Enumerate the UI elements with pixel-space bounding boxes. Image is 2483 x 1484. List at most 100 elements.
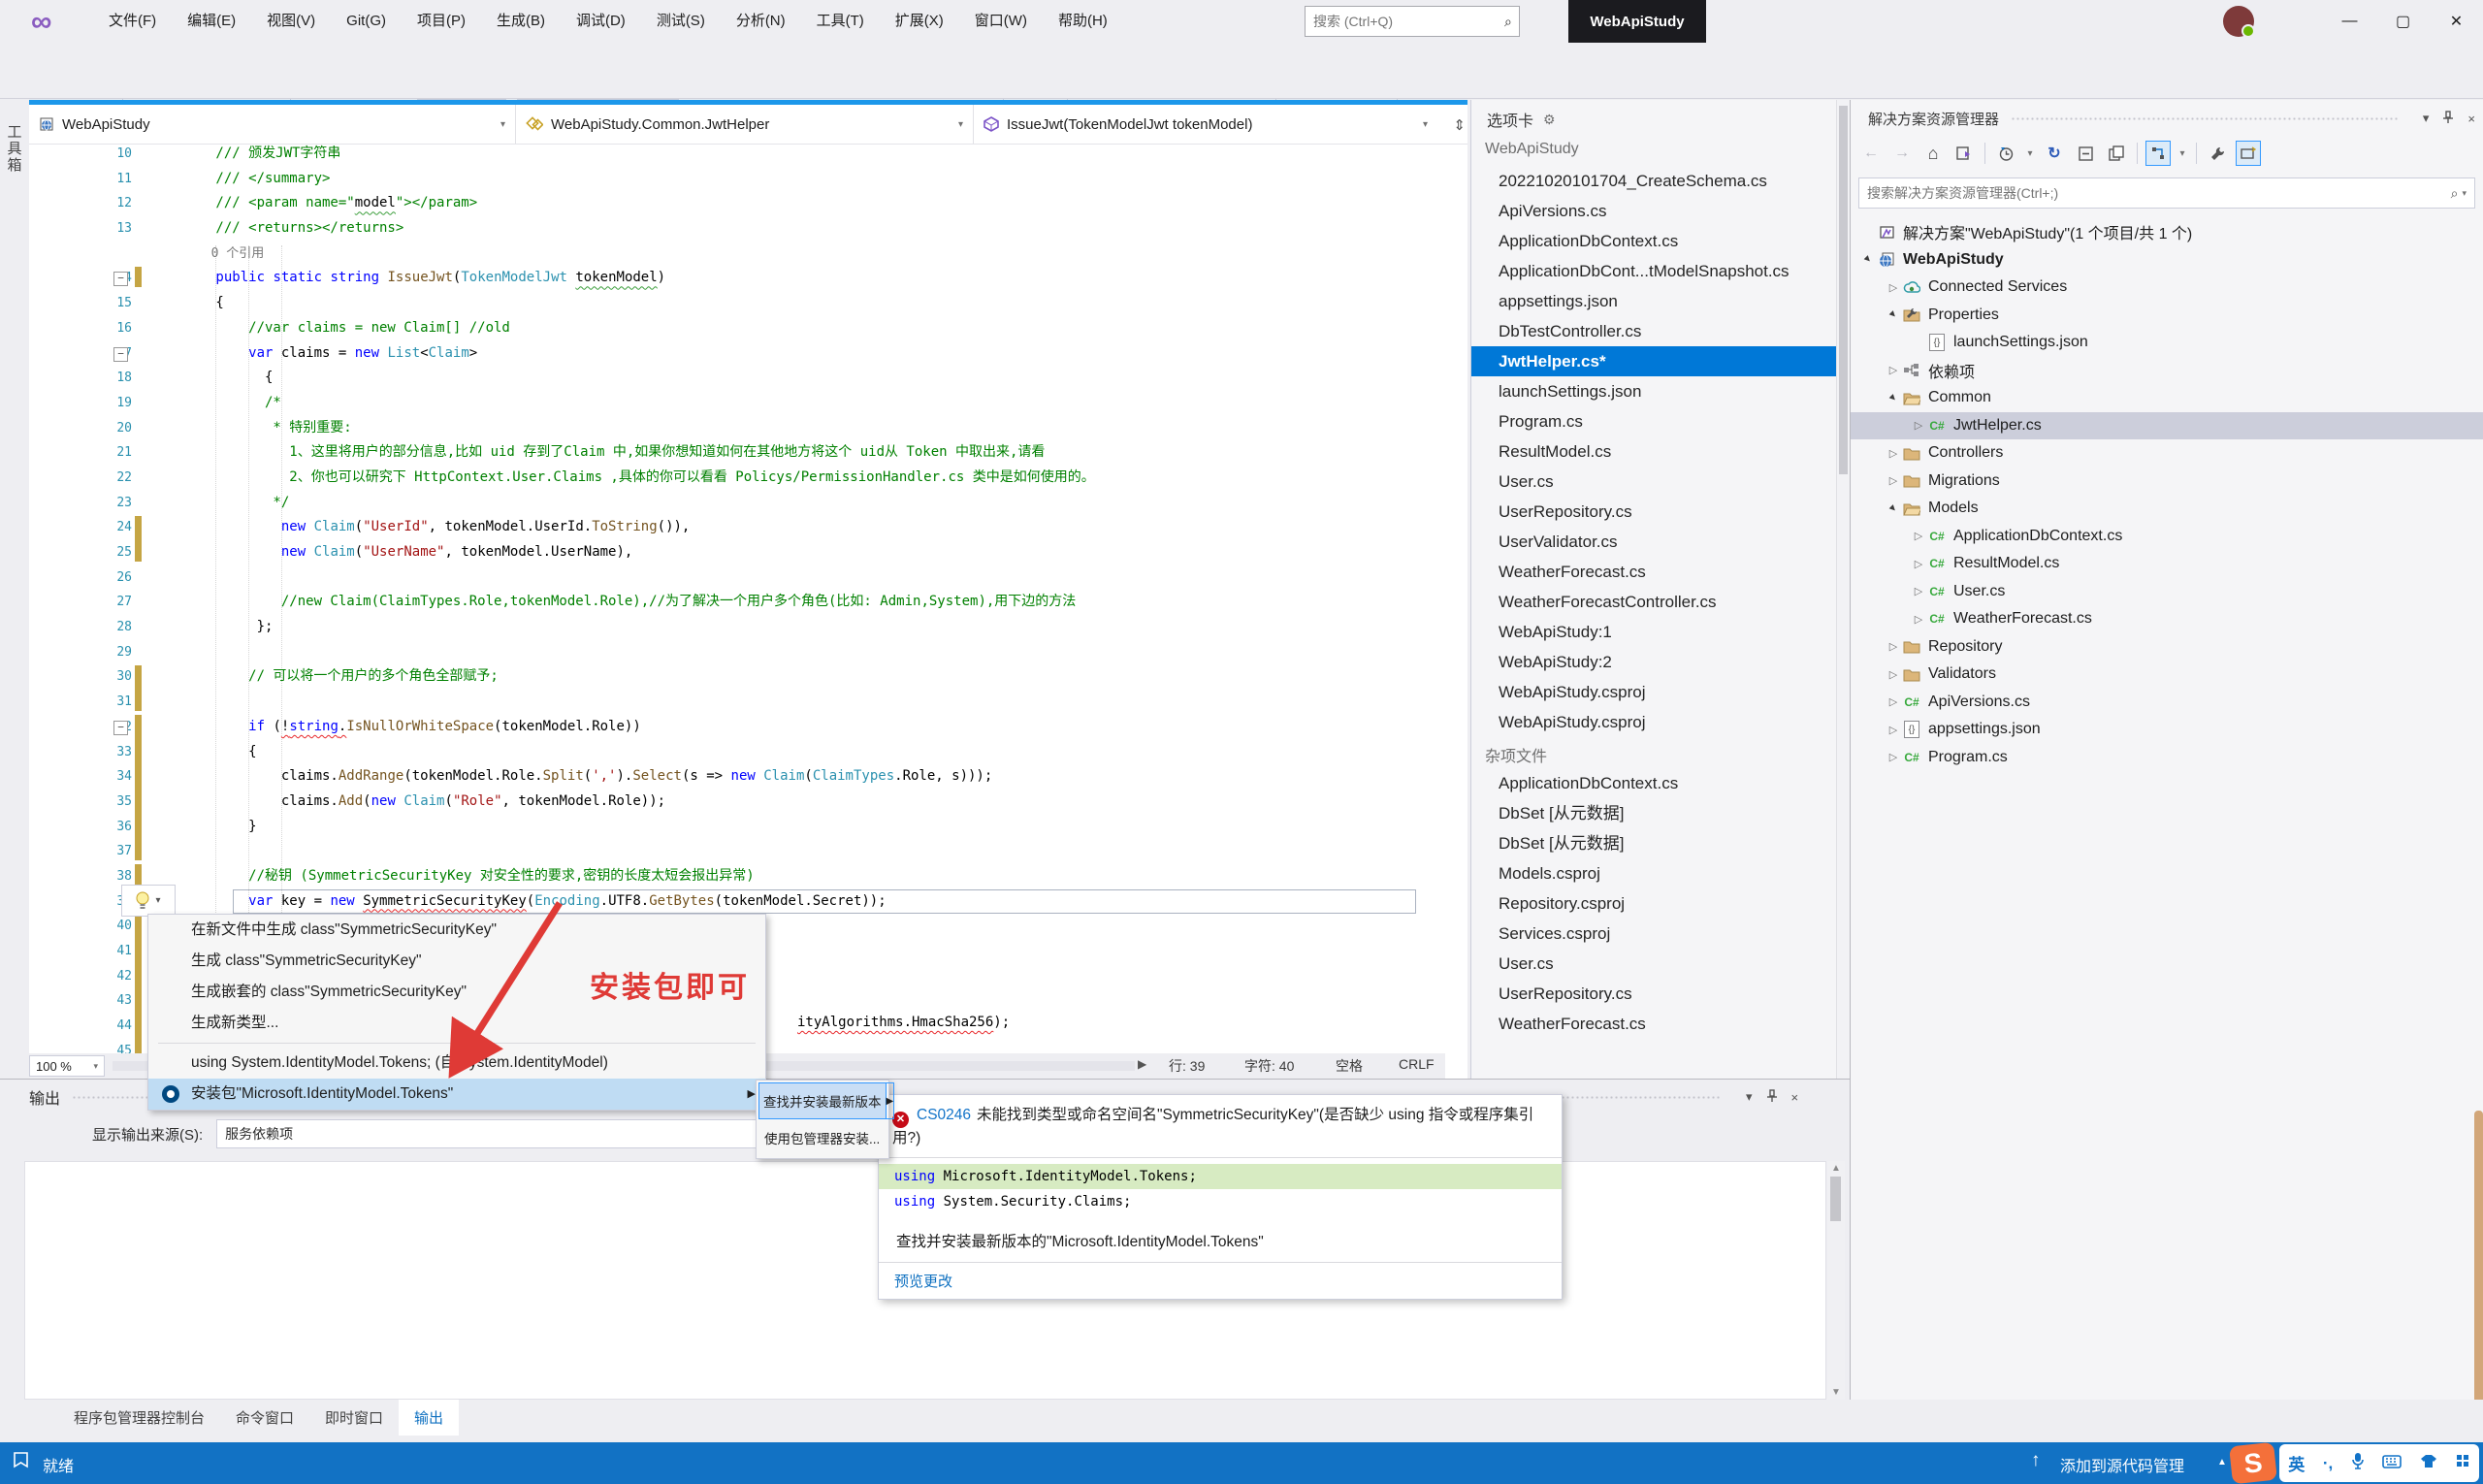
menu-item-项目(P)[interactable]: 项目(P) — [402, 0, 481, 43]
code-line[interactable]: 12 /// <param name="model"></param> — [29, 191, 1443, 216]
code-line[interactable]: 38 //秘钥 (SymmetricSecurityKey 对安全性的要求,密钥… — [29, 864, 1443, 889]
document-tab-item[interactable]: User.cs — [1471, 949, 1836, 979]
quick-search-box[interactable]: ⌕ — [1305, 6, 1520, 37]
suggested-using-line[interactable]: using Microsoft.IdentityModel.Tokens; — [879, 1164, 1562, 1189]
type-dropdown[interactable]: WebApiStudy.Common.JwtHelper▾ — [516, 105, 974, 144]
chevron-collapsed-icon[interactable]: ▷ — [1886, 695, 1901, 708]
document-tab-item[interactable]: WebApiStudy:2 — [1471, 647, 1836, 677]
close-button[interactable]: ✕ — [2430, 0, 2483, 43]
code-line[interactable]: 39 var key = new SymmetricSecurityKey(En… — [29, 889, 1443, 915]
document-tab-item[interactable]: User.cs — [1471, 467, 1836, 497]
chevron-collapsed-icon[interactable]: ▷ — [1886, 474, 1901, 487]
panel-tab-程序包管理器控制台[interactable]: 程序包管理器控制台 — [58, 1400, 220, 1436]
code-line[interactable]: 18 { — [29, 366, 1443, 391]
tree-item[interactable]: ▷C#User.cs — [1851, 578, 2483, 606]
ime-skin-icon[interactable] — [2420, 1454, 2437, 1473]
menu-item-视图(V)[interactable]: 视图(V) — [251, 0, 331, 43]
window-position-icon[interactable]: ▾ — [2423, 111, 2430, 126]
tree-item[interactable]: ▷Migrations — [1851, 468, 2483, 496]
chevron-collapsed-icon[interactable]: ▷ — [1886, 640, 1901, 653]
chevron-expanded-icon[interactable]: ▼ — [1884, 306, 1902, 324]
chevron-collapsed-icon[interactable]: ▷ — [1886, 668, 1901, 681]
code-line[interactable]: 35 claims.Add(new Claim("Role", tokenMod… — [29, 790, 1443, 815]
code-line[interactable]: 20 * 特别重要: — [29, 416, 1443, 441]
spaces-indicator[interactable]: 空格 — [1336, 1056, 1363, 1076]
menu-item-扩展(X)[interactable]: 扩展(X) — [880, 0, 959, 43]
menu-item-工具(T)[interactable]: 工具(T) — [801, 0, 880, 43]
panel-tab-即时窗口[interactable]: 即时窗口 — [309, 1400, 399, 1436]
ime-punctuation-icon[interactable]: ·, — [2323, 1454, 2333, 1473]
code-line[interactable]: 10 /// 颁发JWT字符串 — [29, 142, 1443, 167]
menu-item-生成(B)[interactable]: 生成(B) — [481, 0, 561, 43]
suggested-using-line[interactable]: using System.Security.Claims; — [879, 1189, 1562, 1214]
solution-search-box[interactable]: ⌕ ▾ — [1858, 177, 2475, 209]
zoom-dropdown[interactable]: 100 %▾ — [29, 1055, 105, 1077]
fold-toggle-icon[interactable]: − — [113, 347, 128, 362]
document-tab-item[interactable]: UserValidator.cs — [1471, 527, 1836, 557]
eol-indicator[interactable]: CRLF — [1399, 1056, 1435, 1072]
tree-item[interactable]: ▷C#ApiVersions.cs — [1851, 689, 2483, 717]
fold-toggle-icon[interactable]: − — [113, 721, 128, 735]
code-line[interactable]: 28 }; — [29, 615, 1443, 640]
code-line[interactable]: 22 2、你也可以研究下 HttpContext.User.Claims ,具体… — [29, 466, 1443, 491]
document-tab-item[interactable]: WeatherForecastController.cs — [1471, 587, 1836, 617]
document-tab-item[interactable]: appsettings.json — [1471, 286, 1836, 316]
se-pending-changes-icon[interactable] — [1993, 141, 2018, 166]
quick-search-input[interactable] — [1306, 14, 1497, 29]
document-tab-item[interactable]: ApplicationDbContext.cs — [1471, 226, 1836, 256]
code-line[interactable]: 31 — [29, 690, 1443, 715]
minimize-button[interactable]: — — [2323, 0, 2376, 43]
se-show-all-files-icon[interactable] — [2104, 141, 2129, 166]
document-tab-item[interactable]: DbSet [从元数据] — [1471, 798, 1836, 828]
error-code[interactable]: CS0246 — [917, 1107, 971, 1123]
chevron-collapsed-icon[interactable]: ▷ — [1911, 558, 1926, 570]
split-editor-icon[interactable]: ⇕ — [1453, 116, 1466, 134]
ime-toolbar[interactable]: 英 ·, — [2279, 1444, 2479, 1482]
se-refresh-icon[interactable]: ↻ — [2042, 141, 2067, 166]
menu-item-测试(S)[interactable]: 测试(S) — [641, 0, 721, 43]
tabs-panel-scrollbar[interactable] — [1836, 100, 1850, 1079]
code-line[interactable]: 33 { — [29, 740, 1443, 765]
caret-icon[interactable]: ▾ — [2177, 141, 2188, 166]
tree-item[interactable]: ▷C#Program.cs — [1851, 744, 2483, 772]
chevron-collapsed-icon[interactable]: ▷ — [1911, 613, 1926, 626]
tree-item[interactable]: ▷Controllers — [1851, 439, 2483, 468]
document-tab-item[interactable]: 20221020101704_CreateSchema.cs — [1471, 166, 1836, 196]
se-forward-icon[interactable]: → — [1889, 141, 1915, 166]
window-position-icon[interactable]: ▾ — [1746, 1089, 1753, 1105]
submenu-arrow-icon[interactable]: ▶ — [887, 1082, 895, 1119]
document-tab-item[interactable]: WeatherForecast.cs — [1471, 557, 1836, 587]
menu-item-窗口(W)[interactable]: 窗口(W) — [959, 0, 1043, 43]
document-tab-item[interactable]: launchSettings.json — [1471, 376, 1836, 406]
quickfix-item[interactable]: 安装包"Microsoft.IdentityModel.Tokens"▶ — [148, 1079, 765, 1110]
menu-item-分析(N)[interactable]: 分析(N) — [721, 0, 801, 43]
ime-mic-icon[interactable] — [2351, 1452, 2365, 1474]
se-properties-icon[interactable] — [2205, 141, 2230, 166]
document-tab-item[interactable]: UserRepository.cs — [1471, 497, 1836, 527]
project-dropdown[interactable]: WebApiStudy▾ — [29, 105, 516, 144]
quick-action-bulb[interactable]: ▾ — [121, 885, 176, 917]
document-tab-item[interactable]: ApplicationDbContext.cs — [1471, 768, 1836, 798]
se-preview-selected-icon[interactable] — [2236, 141, 2261, 166]
quickfix-submenu-item[interactable]: 使用包管理器安装... — [758, 1119, 887, 1156]
tree-item[interactable]: ▷Validators — [1851, 661, 2483, 689]
se-switch-views-icon[interactable] — [1951, 141, 1977, 166]
code-line[interactable]: 16 //var claims = new Claim[] //old — [29, 316, 1443, 341]
document-tab-item[interactable]: Models.csproj — [1471, 858, 1836, 888]
pin-icon[interactable] — [1766, 1089, 1778, 1106]
document-tab-item[interactable]: JwtHelper.cs* — [1471, 346, 1836, 376]
code-line[interactable]: 24 new Claim("UserId", tokenModel.UserId… — [29, 515, 1443, 540]
chevron-collapsed-icon[interactable]: ▷ — [1886, 751, 1901, 763]
close-panel-icon[interactable]: × — [2467, 112, 2475, 126]
tree-item[interactable]: ▷C#JwtHelper.cs — [1851, 412, 2483, 440]
chevron-collapsed-icon[interactable]: ▷ — [1886, 281, 1901, 294]
code-line[interactable]: 37 — [29, 839, 1443, 864]
code-line[interactable]: 15 { — [29, 291, 1443, 316]
menu-item-编辑(E)[interactable]: 编辑(E) — [172, 0, 251, 43]
menu-item-帮助(H)[interactable]: 帮助(H) — [1043, 0, 1123, 43]
se-home-icon[interactable]: ⌂ — [1920, 141, 1946, 166]
document-tab-item[interactable]: Program.cs — [1471, 406, 1836, 436]
menu-item-Git(G)[interactable]: Git(G) — [331, 0, 402, 43]
chevron-collapsed-icon[interactable]: ▷ — [1886, 724, 1901, 736]
ime-menu-icon[interactable] — [2456, 1454, 2470, 1473]
